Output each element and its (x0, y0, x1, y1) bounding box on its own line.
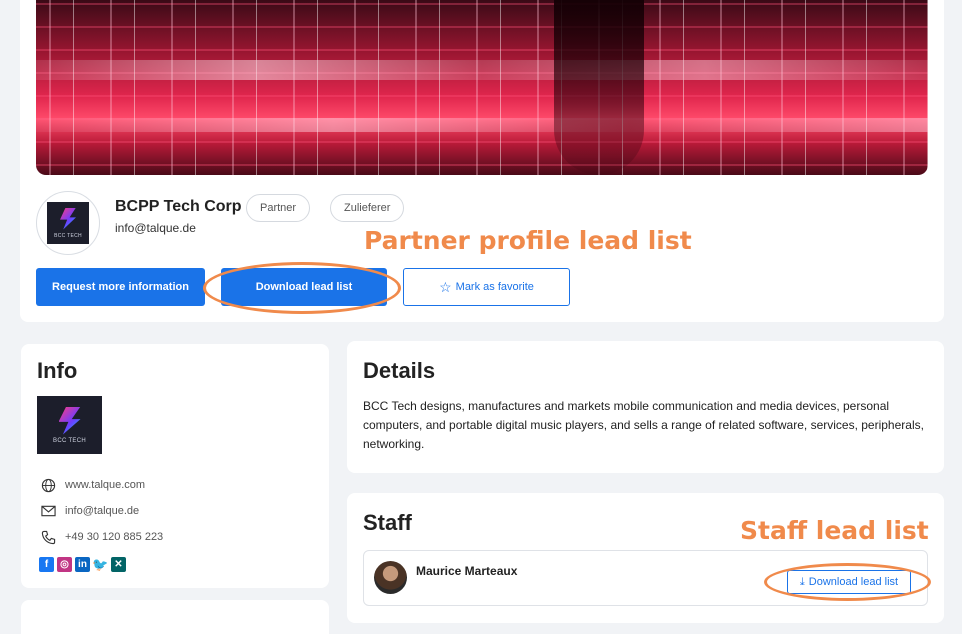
email-link[interactable]: info@talque.de (39, 503, 139, 519)
linkedin-icon[interactable]: in (75, 557, 90, 572)
profile-header-card: BCC TECH BCPP Tech Corp info@talque.de P… (20, 0, 944, 322)
mark-favorite-label: Mark as favorite (455, 281, 534, 293)
instagram-icon[interactable]: ◎ (57, 557, 72, 572)
request-information-button[interactable]: Request more information (36, 268, 205, 306)
tag-zulieferer[interactable]: Zulieferer (330, 194, 405, 222)
staff-card: Staff Maurice Marteaux ⤓ Download lead l… (347, 493, 944, 623)
tag-partner[interactable]: Partner (246, 194, 311, 222)
avatar (374, 561, 407, 594)
details-card: Details BCC Tech designs, manufactures a… (347, 341, 944, 473)
company-name: BCPP Tech Corp (115, 198, 242, 215)
staff-lead-list-annotation: Staff lead list (740, 516, 929, 545)
globe-icon (39, 477, 57, 493)
staff-title: Staff (363, 510, 412, 535)
info-card: Info BCC TECH www.talque.com info@talque… (21, 344, 329, 588)
mark-favorite-button[interactable]: ☆ Mark as favorite (403, 268, 570, 306)
phone-icon (39, 529, 57, 545)
star-icon: ☆ (439, 278, 452, 295)
staff-lead-list-highlight (764, 563, 931, 601)
xing-icon[interactable]: ✕ (111, 557, 126, 572)
phone-link[interactable]: +49 30 120 885 223 (39, 529, 163, 545)
info-title: Info (37, 358, 78, 383)
social-links: f ◎ in 🐦 ✕ (39, 557, 126, 572)
company-logo: BCC TECH (36, 191, 100, 255)
staff-member-name: Maurice Marteaux (416, 564, 518, 578)
cover-image (36, 0, 928, 175)
company-email: info@talque.de (115, 221, 196, 235)
partner-lead-list-highlight (203, 262, 401, 314)
facebook-icon[interactable]: f (39, 557, 54, 572)
twitter-icon[interactable]: 🐦 (92, 557, 109, 572)
logo-mark-icon (60, 207, 76, 230)
website-link[interactable]: www.talque.com (39, 477, 145, 493)
info-company-logo: BCC TECH (37, 396, 102, 454)
logo-mark-icon (58, 406, 81, 435)
partner-lead-list-annotation: Partner profile lead list (364, 226, 692, 255)
details-title: Details (363, 358, 436, 383)
details-description: BCC Tech designs, manufactures and marke… (363, 399, 924, 451)
next-card (21, 600, 329, 634)
mail-icon (39, 503, 57, 519)
